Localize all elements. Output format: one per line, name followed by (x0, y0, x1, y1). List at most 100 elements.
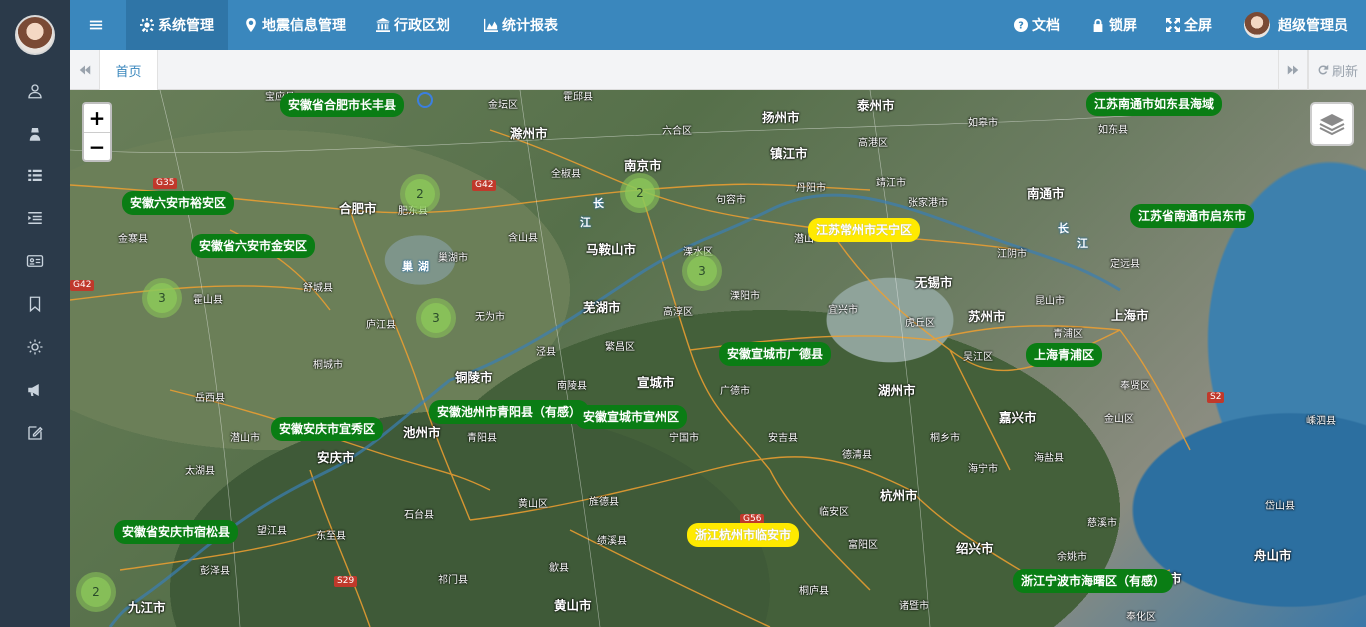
earthquake-label[interactable]: 上海青浦区 (1026, 343, 1103, 367)
city-label: 歙县 (549, 563, 569, 574)
svg-text:?: ? (1018, 21, 1024, 32)
city-label: 湖州市 (878, 383, 916, 398)
earthquake-label[interactable]: 安徽省合肥市长丰县 (280, 93, 405, 117)
user-name: 超级管理员 (1278, 18, 1348, 34)
avatar[interactable] (15, 15, 55, 55)
earthquake-label[interactable]: 安徽宣城市广德县 (719, 342, 832, 366)
user-secret-icon[interactable] (22, 123, 48, 145)
tab-home[interactable]: 首页 (100, 50, 158, 90)
city-label: 吴江区 (963, 352, 993, 363)
city-label: 临安区 (819, 507, 849, 518)
city-label: 江阴市 (997, 249, 1027, 260)
earthquake-label[interactable]: 安徽宣城市宣州区 (575, 405, 688, 429)
city-label: 慈溪市 (1087, 518, 1117, 529)
cluster-marker[interactable]: 2 (620, 173, 660, 213)
nav-label: 行政区划 (394, 18, 450, 34)
city-label: 如皋市 (968, 118, 998, 129)
earthquake-label[interactable]: 安徽六安市裕安区 (122, 191, 235, 215)
city-label: 昆山市 (1035, 296, 1065, 307)
earthquake-label[interactable]: 浙江杭州市临安市 (687, 523, 800, 547)
nav-earthquake-info[interactable]: 地震信息管理 (244, 0, 346, 50)
cluster-marker[interactable]: 2 (76, 572, 116, 612)
city-label: 泾县 (536, 347, 556, 358)
city-label: 奉化区 (1126, 612, 1156, 623)
earthquake-label[interactable]: 江苏省南通市启东市 (1130, 204, 1255, 228)
cluster-marker[interactable]: 3 (416, 298, 456, 338)
location-marker-icon (417, 92, 433, 108)
cluster-marker[interactable]: 3 (682, 251, 722, 291)
city-label: 高淳区 (663, 307, 693, 318)
city-label: 镇江市 (770, 146, 808, 161)
list-icon[interactable] (22, 164, 48, 186)
city-label: 旌德县 (589, 497, 619, 508)
nav-label: 统计报表 (502, 18, 558, 34)
earthquake-label[interactable]: 浙江宁波市海曙区（有感） (1013, 569, 1174, 593)
tab-scroll-right-button[interactable] (1278, 50, 1308, 90)
earthquake-label[interactable]: 安徽省六安市金安区 (191, 234, 316, 258)
bookmark-icon[interactable] (22, 293, 48, 315)
city-label: 池州市 (403, 425, 441, 440)
city-label: 高港区 (858, 138, 888, 149)
user-menu[interactable]: 超级管理员 (1244, 0, 1348, 50)
city-label: 无锡市 (915, 275, 953, 290)
earthquake-label[interactable]: 安徽安庆市宜秀区 (271, 417, 384, 441)
lock-screen-button[interactable]: 锁屏 (1091, 0, 1137, 50)
map-marker-icon (246, 18, 256, 32)
user-icon[interactable] (22, 80, 48, 102)
city-label: 桐庐县 (799, 586, 829, 597)
earthquake-label[interactable]: 安徽省安庆市宿松县 (114, 520, 239, 544)
city-label: 嵊泗县 (1306, 416, 1336, 427)
city-label: 舟山市 (1254, 548, 1292, 563)
city-label: 宁国市 (669, 433, 699, 444)
gear-icon (140, 18, 154, 32)
hamburger-icon (89, 20, 103, 30)
map-view[interactable]: + − 金坛区 霍邱县 宝应县 滁州市 六合区 南京市 扬州市 泰州市 镇江市 … (70, 90, 1366, 627)
indent-icon[interactable] (22, 207, 48, 229)
city-label: 余姚市 (1057, 552, 1087, 563)
city-label: 金坛区 (488, 100, 518, 111)
nav-statistics[interactable]: 统计报表 (484, 0, 558, 50)
city-label: 南通市 (1027, 186, 1065, 201)
sidebar (0, 0, 70, 627)
zoom-in-button[interactable]: + (84, 104, 110, 132)
city-label: 绍兴市 (956, 541, 994, 556)
nav-admin-divisions[interactable]: 行政区划 (376, 0, 450, 50)
highway-shield: G42 (472, 180, 497, 191)
refresh-label: 刷新 (1331, 64, 1358, 80)
city-label: 德清县 (842, 450, 872, 461)
city-label: 金山区 (1104, 414, 1134, 425)
highway-shield: S29 (334, 576, 358, 587)
zoom-out-button[interactable]: − (84, 132, 110, 160)
city-label: 海盐县 (1034, 453, 1064, 464)
city-label: 嘉兴市 (999, 410, 1037, 425)
layer-switcher-button[interactable] (1310, 102, 1354, 146)
tab-scroll-left-button[interactable] (70, 50, 100, 90)
city-label: 无为市 (475, 312, 505, 323)
bullhorn-icon[interactable] (22, 379, 48, 401)
city-label: 霍山县 (193, 295, 223, 306)
city-label: 岱山县 (1265, 501, 1295, 512)
earthquake-label[interactable]: 安徽池州市青阳县（有感） (429, 400, 590, 424)
earthquake-label[interactable]: 江苏南通市如东县海域 (1086, 92, 1223, 116)
city-label: 桐乡市 (930, 433, 960, 444)
earthquake-label[interactable]: 江苏常州市天宁区 (808, 218, 921, 242)
fullscreen-button[interactable]: 全屏 (1166, 0, 1212, 50)
settings-icon[interactable] (22, 336, 48, 358)
id-card-icon[interactable] (22, 250, 48, 272)
cluster-marker[interactable]: 3 (142, 278, 182, 318)
city-label: 青阳县 (467, 433, 497, 444)
city-label: 马鞍山市 (586, 242, 637, 257)
city-label: 芜湖市 (583, 300, 621, 315)
city-label: 九江市 (128, 600, 166, 615)
highway-shield: G35 (153, 178, 178, 189)
edit-icon[interactable] (22, 422, 48, 444)
bank-icon (376, 18, 390, 32)
cluster-marker[interactable]: 2 (400, 174, 440, 214)
nav-system-management[interactable]: 系统管理 (126, 0, 228, 50)
menu-toggle-button[interactable] (70, 0, 126, 50)
docs-button[interactable]: ? 文档 (1014, 0, 1060, 50)
city-label: 杭州市 (880, 488, 918, 503)
refresh-icon (1318, 64, 1329, 75)
city-label: 桐城市 (313, 360, 343, 371)
refresh-button[interactable]: 刷新 (1308, 50, 1366, 90)
